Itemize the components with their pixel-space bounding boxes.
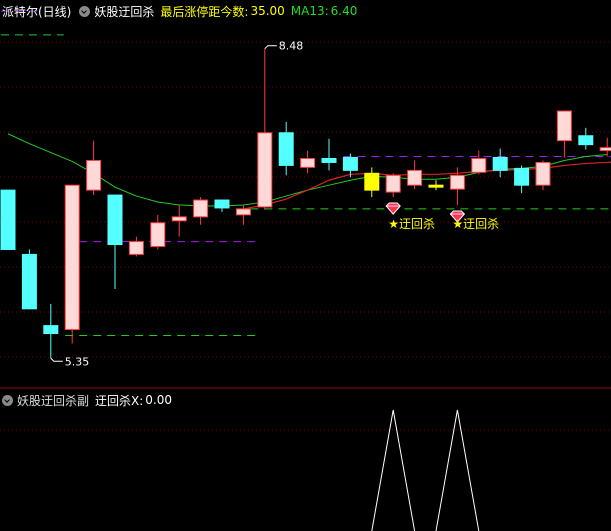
candle-body: [257, 132, 273, 208]
candle-body: [471, 157, 487, 173]
candle-body: [599, 147, 611, 152]
ma-value: 6.40: [330, 4, 358, 18]
candle-body: [385, 174, 401, 193]
trend-line: [243, 161, 611, 210]
candle-body: [449, 174, 465, 190]
stock-name[interactable]: 派特尔(日线): [2, 3, 71, 20]
chart-canvas: 8.48 5.35 ★迂回杀 ★迂回杀: [0, 10, 611, 531]
sub-value: 0.00: [145, 393, 172, 407]
candle-body: [193, 199, 209, 218]
high-marker: [264, 45, 277, 50]
sub-chart-header: 妖股迂回杀副 迂回杀X: 0.00: [0, 391, 178, 409]
ma-label: MA13:: [290, 4, 329, 18]
candle-body: [86, 159, 102, 191]
candle-body: [300, 157, 316, 168]
candle-body: [578, 135, 594, 146]
candle-body: [342, 156, 358, 171]
high-price-label: 8.48: [279, 40, 304, 53]
candle-body: [43, 325, 59, 335]
candle-body: [364, 172, 380, 191]
signal-diamond-icon: [385, 202, 401, 215]
low-price-label: 5.35: [65, 355, 90, 368]
candle-body: [514, 167, 530, 186]
indicator-name[interactable]: 妖股迂回杀: [94, 3, 154, 20]
sub-signal-line: [371, 409, 416, 531]
candle-body: [171, 216, 187, 222]
sub-indicator-name[interactable]: 妖股迂回杀副: [17, 392, 89, 409]
sub-settings-dropdown-icon[interactable]: [2, 394, 13, 406]
candle-body: [278, 132, 294, 166]
stat-value: 35.00: [250, 4, 285, 18]
low-marker: [50, 357, 63, 362]
candle-body: [321, 157, 337, 163]
candle-body: [556, 110, 572, 142]
candle-body: [64, 184, 80, 331]
settings-dropdown-icon[interactable]: [79, 5, 91, 17]
candle-body: [214, 199, 230, 209]
signal-label: ★迂回杀: [388, 216, 435, 231]
candle-body: [107, 194, 123, 246]
candle-body: [428, 184, 444, 188]
sub-signal-line: [435, 409, 480, 531]
candle-body: [128, 241, 144, 255]
sub-value-label: 迂回杀X:: [95, 393, 144, 408]
candle-body: [150, 222, 166, 248]
main-chart-header: 派特尔(日线) 妖股迂回杀 最后涨停距今数: 35.00 MA13: 6.40: [0, 2, 363, 20]
candle-body: [535, 161, 551, 186]
candle-body: [492, 156, 508, 171]
candle-body: [21, 253, 37, 310]
stat-label: 最后涨停距今数:: [160, 4, 249, 19]
candle-body: [235, 208, 251, 216]
candle-body: [407, 169, 423, 186]
candle-body: [0, 189, 16, 250]
signal-label: ★迂回杀: [452, 216, 499, 231]
